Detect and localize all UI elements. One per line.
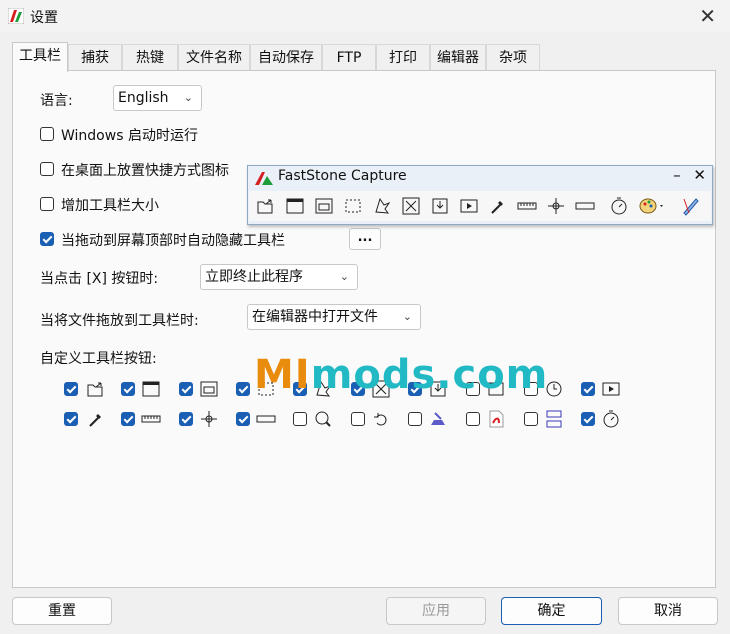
tab-editor[interactable]: 编辑器 bbox=[430, 44, 486, 70]
faststone-window-controls: – ✕ bbox=[673, 166, 706, 184]
custom-button-checkbox[interactable] bbox=[581, 382, 595, 396]
close-click-label: 当点击 [X] 按钮时: bbox=[40, 271, 159, 287]
custom-button-checkbox[interactable] bbox=[64, 412, 78, 426]
autohide-toolbar-label: 当拖动到屏幕顶部时自动隐藏工具栏 bbox=[61, 233, 285, 249]
timer-icon[interactable] bbox=[609, 196, 629, 216]
custom-button-checkbox[interactable] bbox=[64, 382, 78, 396]
minimize-bar-icon bbox=[256, 415, 276, 423]
faststone-logo-icon bbox=[255, 172, 273, 185]
custom-button-checkbox[interactable] bbox=[524, 412, 538, 426]
watermark: MImods.com bbox=[254, 352, 548, 398]
ok-button[interactable]: 确定 bbox=[501, 597, 602, 625]
scanner-icon bbox=[431, 412, 445, 425]
chevron-down-icon: ⌄ bbox=[339, 270, 349, 283]
screen-recorder-icon[interactable] bbox=[459, 196, 479, 216]
desktop-shortcut-checkbox[interactable] bbox=[40, 162, 54, 176]
title-bar: 设置 ✕ bbox=[0, 0, 730, 32]
color-picker-icon bbox=[89, 414, 101, 427]
open-folder-icon[interactable] bbox=[256, 196, 276, 216]
tab-autosave[interactable]: 自动保存 bbox=[250, 44, 322, 70]
custom-button-checkbox[interactable] bbox=[581, 412, 595, 426]
settings-pen-icon[interactable] bbox=[681, 196, 701, 216]
drop-file-select-value: 在编辑器中打开文件 bbox=[252, 309, 378, 325]
watermark-part1: MI bbox=[254, 352, 311, 398]
active-window-icon[interactable] bbox=[285, 196, 305, 216]
window-title: 设置 bbox=[30, 10, 58, 26]
close-click-select-value: 立即终止此程序 bbox=[205, 269, 303, 285]
custom-button-checkbox[interactable] bbox=[121, 382, 135, 396]
chevron-down-icon: ⌄ bbox=[183, 91, 193, 104]
language-label: 语言: bbox=[40, 93, 73, 109]
custom-button-checkbox[interactable] bbox=[408, 412, 422, 426]
fullscreen-icon[interactable] bbox=[401, 196, 421, 216]
rectangle-region-icon[interactable] bbox=[343, 196, 363, 216]
custom-button-checkbox[interactable] bbox=[351, 412, 365, 426]
tab-ftp[interactable]: FTP bbox=[322, 44, 376, 70]
custom-button-checkbox[interactable] bbox=[293, 412, 307, 426]
open-folder-icon bbox=[87, 382, 103, 397]
pdf-icon bbox=[489, 410, 504, 428]
language-select[interactable]: English ⌄ bbox=[113, 85, 202, 111]
faststone-minimize-button[interactable]: – bbox=[673, 166, 681, 184]
cancel-button[interactable]: 取消 bbox=[618, 597, 718, 625]
autohide-options-button[interactable]: ... bbox=[349, 228, 381, 250]
custom-button-checkbox[interactable] bbox=[179, 412, 193, 426]
ruler-icon[interactable] bbox=[517, 196, 537, 216]
run-at-startup-label: Windows 启动时运行 bbox=[61, 128, 198, 144]
custom-button-checkbox[interactable] bbox=[236, 382, 250, 396]
tab-print[interactable]: 打印 bbox=[376, 44, 430, 70]
active-window-icon bbox=[142, 381, 160, 397]
faststone-icon-bar bbox=[249, 191, 711, 221]
faststone-title: FastStone Capture bbox=[278, 168, 407, 184]
crosshair-icon bbox=[201, 411, 217, 427]
custom-buttons-label: 自定义工具栏按钮: bbox=[40, 351, 157, 367]
undo-arrow-icon bbox=[374, 413, 387, 426]
crosshair-icon[interactable] bbox=[546, 196, 566, 216]
palette-menu-icon[interactable] bbox=[638, 196, 666, 216]
close-click-select[interactable]: 立即终止此程序 ⌄ bbox=[200, 264, 358, 290]
faststone-toolbar-window[interactable]: FastStone Capture – ✕ bbox=[247, 165, 713, 225]
color-picker-icon[interactable] bbox=[488, 196, 508, 216]
tab-toolbar[interactable]: 工具栏 bbox=[12, 42, 68, 72]
tab-hotkeys[interactable]: 热键 bbox=[122, 44, 178, 70]
tab-misc[interactable]: 杂项 bbox=[486, 44, 540, 70]
larger-toolbar-checkbox[interactable] bbox=[40, 197, 54, 211]
language-select-value: English bbox=[118, 90, 169, 106]
window-object-icon bbox=[200, 381, 218, 397]
autohide-toolbar-checkbox[interactable] bbox=[40, 232, 54, 246]
custom-button-checkbox[interactable] bbox=[466, 412, 480, 426]
combine-icon bbox=[546, 410, 562, 428]
freehand-region-icon[interactable] bbox=[372, 196, 392, 216]
desktop-shortcut-label: 在桌面上放置快捷方式图标 bbox=[61, 163, 229, 179]
window-object-icon[interactable] bbox=[314, 196, 334, 216]
faststone-close-button[interactable]: ✕ bbox=[693, 166, 706, 184]
custom-button-checkbox[interactable] bbox=[121, 412, 135, 426]
tab-capture[interactable]: 捕获 bbox=[68, 44, 122, 70]
timer-icon bbox=[603, 410, 619, 428]
run-at-startup-checkbox[interactable] bbox=[40, 127, 54, 141]
drop-file-select[interactable]: 在编辑器中打开文件 ⌄ bbox=[247, 304, 421, 330]
larger-toolbar-label: 增加工具栏大小 bbox=[61, 198, 159, 214]
drop-file-label: 当将文件拖放到工具栏时: bbox=[40, 313, 199, 329]
custom-button-checkbox[interactable] bbox=[179, 382, 193, 396]
chevron-down-icon: ⌄ bbox=[402, 310, 412, 323]
watermark-part2: mods.com bbox=[310, 352, 549, 398]
close-window-button[interactable]: ✕ bbox=[699, 4, 716, 28]
magnifier-icon bbox=[315, 411, 331, 427]
minimize-bar-icon[interactable] bbox=[575, 196, 595, 216]
app-logo-icon bbox=[8, 8, 24, 24]
tab-filename[interactable]: 文件名称 bbox=[178, 44, 250, 70]
reset-button[interactable]: 重置 bbox=[12, 597, 112, 625]
scrolling-window-icon[interactable] bbox=[430, 196, 450, 216]
screen-recorder-icon bbox=[602, 382, 620, 396]
apply-button[interactable]: 应用 bbox=[386, 597, 486, 625]
custom-button-checkbox[interactable] bbox=[236, 412, 250, 426]
ruler-icon bbox=[141, 415, 161, 423]
